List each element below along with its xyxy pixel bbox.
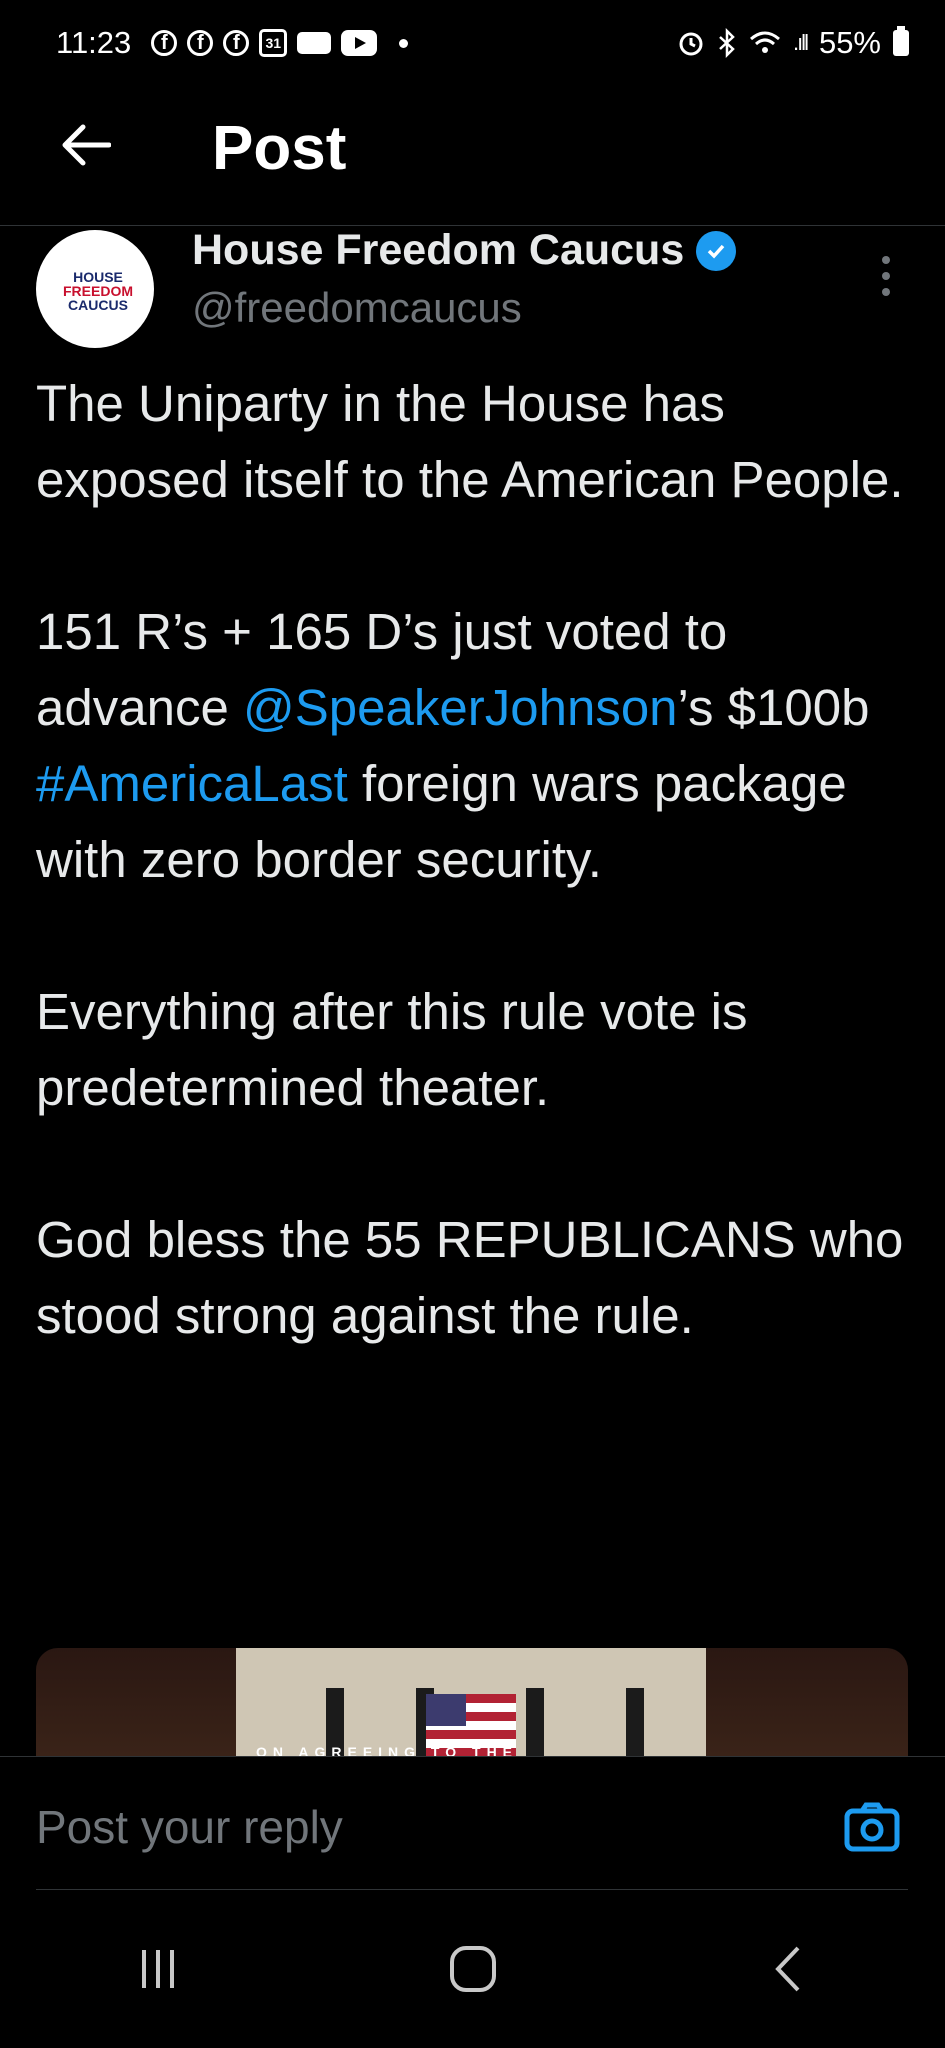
wifi-icon — [749, 31, 780, 53]
post-paragraph: The Uniparty in the House has exposed it… — [36, 375, 904, 508]
battery-icon — [893, 26, 909, 56]
mention-link[interactable]: @SpeakerJohnson — [243, 679, 678, 736]
back-button[interactable] — [52, 112, 118, 178]
more-vertical-icon — [882, 256, 890, 264]
battery-percent: 55% — [818, 25, 881, 60]
avatar-logo-line2: FREEDOM — [63, 283, 133, 299]
reply-input[interactable] — [36, 1799, 796, 1855]
more-notifications-dot-icon — [399, 38, 409, 48]
facebook-icon: f — [151, 30, 178, 56]
avatar-logo-line1: HOUSE — [73, 269, 123, 285]
more-vertical-icon — [882, 288, 890, 296]
media-caption: ON AGREEING TO THE — [256, 1744, 519, 1756]
avatar[interactable]: HOUSE FREEDOM CAUCUS — [36, 230, 154, 348]
post-author: HOUSE FREEDOM CAUCUS House Freedom Caucu… — [0, 226, 945, 356]
author-handle[interactable]: @freedomcaucus — [192, 284, 522, 332]
author-name[interactable]: House Freedom Caucus — [192, 226, 737, 275]
camera-icon — [844, 1802, 900, 1852]
media-column — [526, 1688, 544, 1756]
arrow-left-icon — [62, 124, 111, 166]
post-media-image[interactable]: ON AGREEING TO THE — [36, 1648, 908, 1756]
nav-back-button[interactable] — [743, 1924, 833, 2014]
system-nav-bar — [0, 1890, 945, 2048]
avatar-logo-line3: CAUCUS — [68, 297, 128, 313]
post-paragraph: God bless the 55 REPUBLICANS who stood s… — [36, 1211, 904, 1344]
camera-button[interactable] — [842, 1797, 902, 1857]
post-paragraph: 151 R’s + 165 D’s just voted to advance … — [36, 594, 916, 898]
status-right: .ıll 55% — [677, 25, 909, 61]
app-header: Post — [0, 86, 945, 226]
home-icon — [449, 1946, 496, 1992]
post-body: The Uniparty in the House has exposed it… — [36, 366, 916, 1430]
facebook-icon: f — [187, 30, 214, 56]
nav-back-icon — [774, 1946, 799, 1992]
status-time: 11:23 — [56, 25, 132, 60]
media-column — [626, 1688, 644, 1756]
author-name-text: House Freedom Caucus — [192, 226, 685, 274]
avatar-logo: HOUSE FREEDOM CAUCUS — [58, 270, 138, 312]
signal-icon: .ıll — [792, 30, 809, 55]
verified-badge-icon — [696, 230, 737, 271]
more-vertical-icon — [882, 272, 890, 280]
post-paragraph: Everything after this rule vote is prede… — [36, 983, 748, 1116]
youtube-icon — [341, 30, 378, 56]
status-bar: 11:23 f f f 31 .ıll 55% — [0, 0, 945, 86]
reply-bar — [0, 1756, 945, 1891]
calendar-icon: 31 — [259, 29, 288, 57]
facebook-icon: f — [223, 30, 250, 56]
video-call-icon — [297, 32, 332, 54]
recent-apps-button[interactable] — [113, 1924, 203, 2014]
recent-apps-icon — [141, 1950, 174, 1988]
alarm-icon — [679, 32, 703, 56]
bluetooth-icon — [719, 28, 735, 58]
more-options-button[interactable] — [868, 246, 904, 306]
status-left: 11:23 f f f 31 — [56, 25, 409, 61]
home-button[interactable] — [428, 1924, 518, 2014]
page-title: Post — [212, 114, 347, 183]
post-text: ’s $100b — [677, 679, 870, 736]
hashtag-link[interactable]: #AmericaLast — [36, 755, 348, 812]
